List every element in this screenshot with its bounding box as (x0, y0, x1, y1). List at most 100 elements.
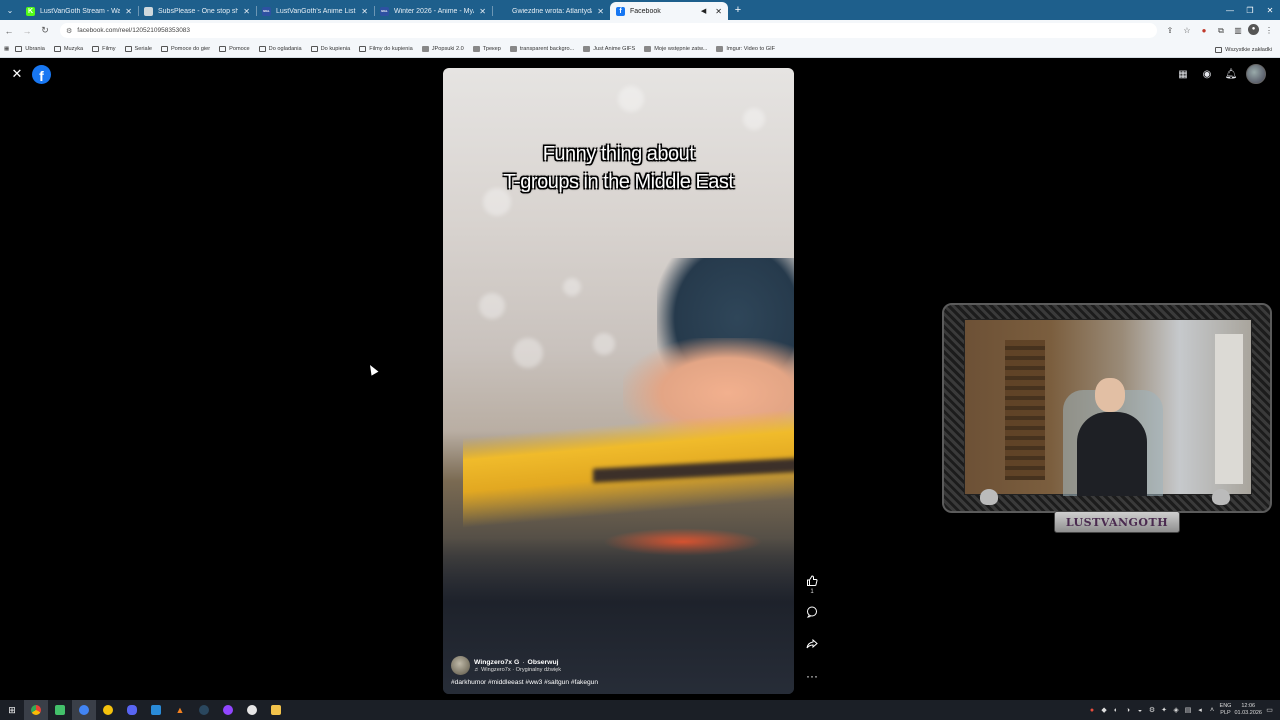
file-explorer-icon[interactable] (264, 700, 288, 720)
audio-info[interactable]: ♬ Wingzero7x · Oryginalny dźwięk (474, 667, 561, 673)
more-icon[interactable]: ··· (803, 667, 821, 685)
extension-icon[interactable]: ● (1197, 24, 1211, 38)
tab-search-icon[interactable]: ⌄ (0, 0, 20, 20)
browser-tab[interactable]: MAL LustVanGoth's Anime List - My ✕ (256, 2, 374, 20)
bookmark-item[interactable]: Seriale (124, 46, 152, 52)
tab-close-icon[interactable]: ✕ (479, 7, 486, 16)
bookmark-item[interactable]: Do ogladania (258, 46, 302, 52)
install-icon[interactable]: ⇪ (1163, 24, 1177, 38)
bookmark-label: Imgur: Video to GIF (726, 46, 776, 52)
bookmark-item[interactable]: Ubrania (15, 46, 45, 52)
tab-close-icon[interactable]: ✕ (715, 7, 722, 16)
app-cyan-icon[interactable] (144, 700, 168, 720)
browser-tab[interactable]: SubsPlease - One stop shop fo ✕ (138, 2, 256, 20)
bookmark-item[interactable]: Moje wstępnie zatw... (644, 46, 707, 52)
chevron-up-icon[interactable]: ˄ (1208, 706, 1217, 715)
browser-tab[interactable]: MAL Winter 2026 - Anime - MyAnim ✕ (374, 2, 492, 20)
bookmark-label: Muzyka (63, 46, 84, 52)
start-icon[interactable]: ⊞ (0, 700, 24, 720)
tab-close-icon[interactable]: ✕ (125, 7, 132, 16)
messenger-icon[interactable]: ◉ (1198, 65, 1216, 83)
tray-icon[interactable]: ⚙ (1148, 706, 1157, 715)
tray-icon[interactable]: ◐ (1112, 706, 1121, 715)
new-tab-button[interactable]: + (730, 2, 746, 18)
bookmark-label: JPopsuki 2.0 (431, 46, 464, 52)
bookmark-item[interactable]: Imgur: Video to GIF (716, 46, 775, 52)
close-window-icon[interactable]: ✕ (1260, 0, 1280, 20)
network-icon[interactable]: ▤ (1184, 706, 1193, 715)
address-bar[interactable]: ⚙ facebook.com/reel/1205210958353083 (60, 23, 1157, 38)
mouse-cursor (366, 363, 379, 376)
tab-close-icon[interactable]: ✕ (243, 7, 250, 16)
bokeh-light (563, 278, 581, 296)
tray-icon[interactable]: ◈ (1172, 706, 1181, 715)
steam-icon[interactable] (192, 700, 216, 720)
app-blue-icon[interactable] (72, 700, 96, 720)
bell-icon[interactable]: 🔔︎ (1222, 65, 1240, 83)
bokeh-light (618, 86, 644, 112)
sidebar-icon[interactable]: ▥ (1231, 24, 1245, 38)
maximize-icon[interactable]: ❐ (1240, 0, 1260, 20)
bookmark-item[interactable]: Filmy do kupienia (359, 46, 413, 52)
bookmark-item[interactable]: Do kupienia (310, 46, 350, 52)
close-icon[interactable]: ✕ (9, 66, 25, 82)
bookmark-item[interactable]: JPopsuki 2.0 (421, 46, 464, 52)
chrome-icon[interactable] (24, 700, 48, 720)
site-info-icon[interactable]: ⚙ (66, 27, 72, 35)
reload-icon[interactable]: ↻ (36, 22, 54, 40)
clock[interactable]: 12:06 01.03.2026 (1234, 703, 1262, 717)
forward-icon[interactable]: → (18, 22, 36, 40)
tab-close-icon[interactable]: ✕ (361, 7, 368, 16)
tray-icon[interactable]: ◒ (1136, 706, 1145, 715)
toolbar-icons: ⇪ ☆ ● ⧉ ▥ ● ⋮ (1163, 23, 1276, 38)
browser-tab[interactable]: Gwiezdne wrota: Atlantyda / St ✕ (492, 2, 610, 20)
minimize-icon[interactable]: — (1220, 0, 1240, 20)
tray-icon[interactable]: ◑ (1124, 706, 1133, 715)
app-green-icon[interactable] (48, 700, 72, 720)
browser-tab[interactable]: K LustVanGoth Stream - Watch Li ✕ (20, 2, 138, 20)
app-yellow-icon[interactable] (96, 700, 120, 720)
bookmark-item[interactable]: transparent backgro... (509, 46, 574, 52)
app-purple-icon[interactable] (216, 700, 240, 720)
bookmark-item[interactable]: Трекер (472, 46, 501, 52)
notification-center-icon[interactable]: ▭ (1265, 706, 1274, 715)
back-icon[interactable]: ← (0, 22, 18, 40)
site-favicon-icon (421, 46, 429, 52)
discord-icon[interactable] (120, 700, 144, 720)
browser-tab[interactable]: f Facebook ◀︎ ✕ (610, 2, 728, 20)
extensions-puzzle-icon[interactable]: ⧉ (1214, 24, 1228, 38)
obs-icon[interactable] (240, 700, 264, 720)
folder-icon (258, 46, 266, 52)
tray-icon[interactable]: ✦ (1160, 706, 1169, 715)
hashtags[interactable]: #darkhumor #middleeast #ww3 #saltgun #fa… (451, 679, 781, 686)
bookmark-item[interactable]: Just Anime GIFS (583, 46, 635, 52)
screen: ⌄ KLustVanGoth Stream - Watch Li✕SubsPle… (0, 0, 1280, 720)
language-indicator[interactable]: ENG PLP (1220, 703, 1232, 717)
bookmark-star-icon[interactable]: ☆ (1180, 24, 1194, 38)
caption-line-1: Funny thing about (542, 143, 695, 165)
vlc-icon[interactable]: ▲ (168, 700, 192, 720)
tray-icon[interactable]: ● (1088, 706, 1097, 715)
account-avatar[interactable] (1246, 64, 1266, 84)
tray-icon[interactable]: ◆ (1100, 706, 1109, 715)
thumbs-up-icon[interactable] (803, 572, 821, 590)
bookmark-item[interactable]: Muzyka (53, 46, 84, 52)
share-icon[interactable] (803, 635, 821, 653)
facebook-logo-icon[interactable]: f (32, 65, 51, 84)
author-name[interactable]: Wingzero7x G (474, 659, 519, 666)
apps-icon[interactable]: ▦ (4, 46, 9, 52)
browser-menu-icon[interactable]: ⋮ (1262, 24, 1276, 38)
reel-video[interactable]: Funny thing about T-groups in the Middle… (443, 68, 794, 694)
all-bookmarks[interactable]: Wszystkie zakładki (1215, 41, 1272, 58)
bookmark-item[interactable]: Pomoce (219, 46, 250, 52)
bookmark-item[interactable]: Filmy (92, 46, 116, 52)
tab-close-icon[interactable]: ✕ (597, 7, 604, 16)
author-avatar[interactable] (451, 656, 470, 675)
profile-icon[interactable]: ● (1248, 23, 1259, 35)
volume-icon[interactable]: ◂ (1196, 706, 1205, 715)
bookmark-item[interactable]: Pomoce do gier (160, 46, 210, 52)
comment-icon[interactable] (803, 603, 821, 621)
follow-button[interactable]: Obserwuj (528, 659, 559, 666)
grid-menu-icon[interactable]: ▦ (1174, 65, 1192, 83)
tab-audio-icon[interactable]: ◀︎ (701, 7, 706, 15)
